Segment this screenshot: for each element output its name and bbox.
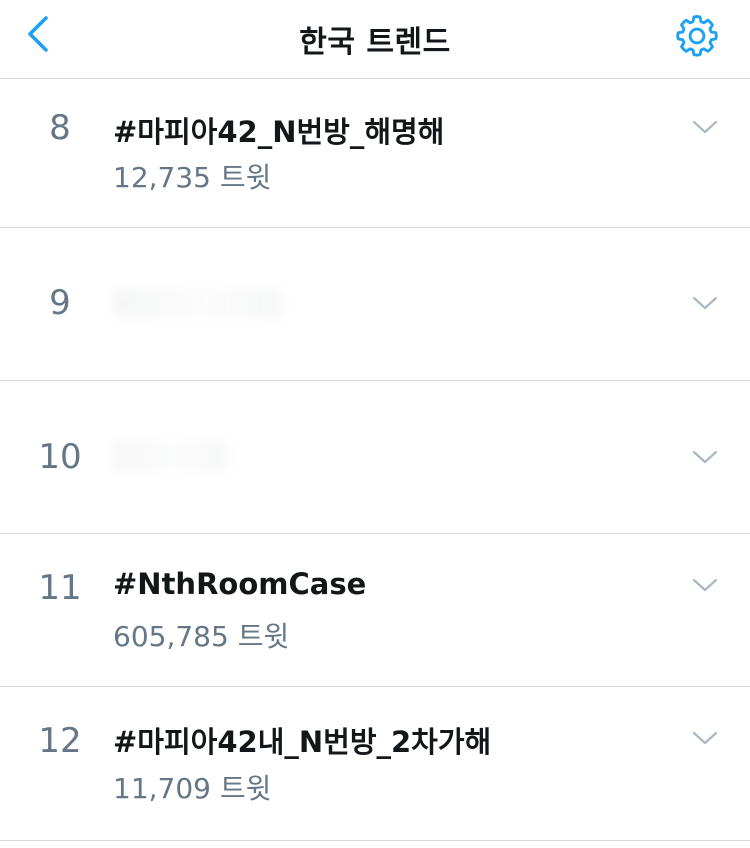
trend-tweet-count: 12,735 트윗 (113, 161, 272, 194)
gear-icon (676, 15, 718, 57)
trend-item[interactable]: 11 #NthRoomCase 605,785 트윗 (0, 534, 750, 687)
blurred-trend-name (113, 288, 283, 318)
chevron-down-icon[interactable] (690, 112, 720, 142)
chevron-down-icon[interactable] (690, 442, 720, 472)
trend-item[interactable]: 9 (0, 228, 750, 381)
blurred-trend-name (113, 441, 228, 471)
trend-rank: 11 (38, 568, 82, 608)
trend-name: #마피아42내_N번방_2차가해 (113, 725, 492, 759)
trend-name: #NthRoomCase (113, 567, 367, 601)
page-title: 한국 트렌드 (299, 25, 451, 60)
trend-rank: 12 (38, 721, 82, 761)
chevron-down-icon[interactable] (690, 288, 720, 318)
trend-rank: 10 (38, 437, 82, 477)
trend-item[interactable]: 12 #마피아42내_N번방_2차가해 11,709 트윗 (0, 687, 750, 841)
trend-tweet-count: 11,709 트윗 (113, 772, 272, 805)
trend-name: #마피아42_N번방_해명해 (113, 115, 445, 149)
chevron-down-icon[interactable] (690, 570, 720, 600)
trend-rank: 9 (49, 283, 71, 323)
settings-button[interactable] (674, 13, 720, 59)
top-nav-bar: 한국 트렌드 (0, 0, 750, 79)
trend-item[interactable]: 8 #마피아42_N번방_해명해 12,735 트윗 (0, 79, 750, 228)
trend-rank: 8 (49, 108, 71, 148)
trend-tweet-count: 605,785 트윗 (113, 620, 290, 653)
trend-item[interactable]: 10 (0, 381, 750, 534)
chevron-down-icon[interactable] (690, 723, 720, 753)
